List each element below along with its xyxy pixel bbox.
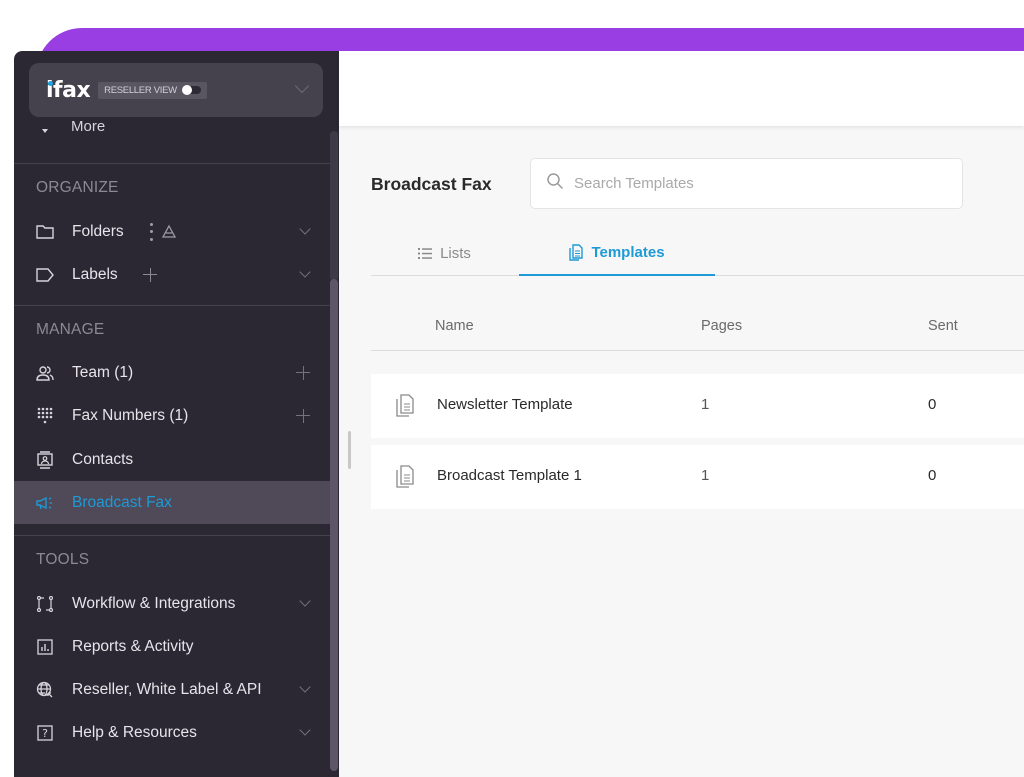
chevron-down-icon[interactable]: [299, 266, 311, 278]
column-header-pages[interactable]: Pages: [701, 318, 742, 334]
sidebar-item-team[interactable]: Team (1): [14, 351, 330, 394]
more-label: More: [71, 117, 106, 135]
add-team-member-icon[interactable]: [296, 365, 310, 380]
dialpad-icon: [36, 407, 54, 425]
template-document-icon: [395, 465, 415, 489]
sidebar-item-more[interactable]: More: [42, 117, 106, 139]
divider: [14, 305, 330, 306]
table-row[interactable]: Newsletter Template 1 0: [371, 374, 1024, 438]
table-header: Name Pages Sent: [371, 306, 1024, 351]
tab-templates[interactable]: Templates: [519, 231, 715, 276]
template-sent: 0: [928, 467, 937, 484]
workflow-icon: [36, 595, 54, 613]
search-icon: [546, 172, 564, 195]
ifax-logo: ifax: [46, 77, 91, 103]
megaphone-icon: [36, 494, 54, 512]
team-icon: [36, 364, 54, 382]
tab-lists[interactable]: Lists: [371, 231, 518, 276]
sidebar: ifax RESELLER VIEW More ORGANIZE Folders: [14, 51, 339, 777]
sidebar-item-help-resources[interactable]: ? Help & Resources: [14, 711, 330, 754]
template-document-icon: [395, 394, 415, 418]
add-label-icon[interactable]: [143, 267, 157, 282]
section-title-tools: TOOLS: [36, 551, 90, 568]
section-title-organize: ORGANIZE: [36, 179, 119, 196]
google-drive-icon[interactable]: [161, 224, 177, 240]
more-options-icon[interactable]: [149, 222, 153, 241]
account-switcher[interactable]: ifax RESELLER VIEW: [29, 63, 323, 117]
document-icon: [569, 244, 584, 261]
table-row[interactable]: Broadcast Template 1 1 0: [371, 445, 1024, 509]
sidebar-item-workflow-integrations[interactable]: Workflow & Integrations: [14, 582, 330, 625]
sidebar-item-broadcast-fax[interactable]: Broadcast Fax: [14, 481, 330, 524]
chevron-down-icon[interactable]: [299, 595, 311, 607]
globe-icon: [36, 681, 54, 699]
divider: [14, 163, 330, 164]
template-name: Newsletter Template: [437, 396, 573, 413]
reseller-view-toggle[interactable]: RESELLER VIEW: [98, 81, 207, 99]
sidebar-item-folders[interactable]: Folders: [14, 210, 330, 253]
column-header-name[interactable]: Name: [435, 318, 474, 334]
sidebar-item-contacts[interactable]: Contacts: [14, 438, 330, 481]
toggle-switch[interactable]: [181, 85, 201, 95]
help-icon: ?: [36, 724, 54, 742]
top-bar: [339, 51, 1024, 126]
sidebar-scrollbar[interactable]: [330, 279, 338, 771]
sidebar-item-reports-activity[interactable]: Reports & Activity: [14, 625, 330, 668]
reports-icon: [36, 638, 54, 656]
chevron-down-icon[interactable]: [299, 223, 311, 235]
column-header-sent[interactable]: Sent: [928, 318, 958, 334]
template-pages: 1: [701, 467, 710, 484]
label-icon: [36, 266, 54, 284]
template-name: Broadcast Template 1: [437, 467, 582, 484]
svg-text:?: ?: [42, 727, 48, 740]
reseller-view-label: RESELLER VIEW: [104, 84, 177, 96]
template-pages: 1: [701, 396, 710, 413]
tab-bar: Lists Templates: [371, 231, 1024, 276]
scrollbar-track: [330, 131, 338, 281]
chevron-down-icon[interactable]: [299, 681, 311, 693]
search-field[interactable]: [530, 158, 963, 209]
caret-down-icon: [42, 129, 48, 133]
divider: [14, 535, 330, 536]
chevron-down-icon[interactable]: [294, 78, 310, 94]
search-input[interactable]: [574, 175, 954, 192]
folder-icon: [36, 223, 54, 241]
template-sent: 0: [928, 396, 937, 413]
add-fax-number-icon[interactable]: [296, 408, 310, 423]
sidebar-item-reseller-white-label-api[interactable]: Reseller, White Label & API: [14, 668, 330, 711]
section-title-manage: MANAGE: [36, 321, 105, 338]
sidebar-item-labels[interactable]: Labels: [14, 253, 330, 296]
contacts-icon: [36, 450, 54, 469]
sidebar-item-fax-numbers[interactable]: Fax Numbers (1): [14, 394, 330, 437]
chevron-down-icon[interactable]: [299, 724, 311, 736]
page-title: Broadcast Fax: [371, 174, 492, 194]
screen: ifax RESELLER VIEW More ORGANIZE Folders: [0, 0, 1024, 777]
resize-handle[interactable]: [348, 431, 351, 469]
list-icon: [418, 248, 433, 259]
app-window: ifax RESELLER VIEW More ORGANIZE Folders: [14, 51, 1024, 777]
